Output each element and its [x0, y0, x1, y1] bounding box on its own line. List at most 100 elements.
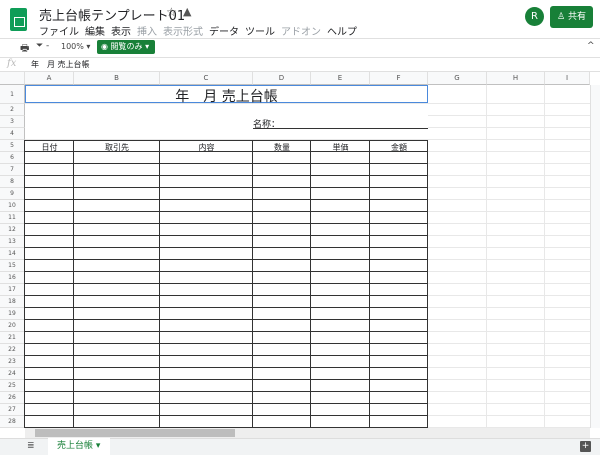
- column-header[interactable]: C: [160, 72, 253, 85]
- row-header[interactable]: 12: [0, 224, 25, 236]
- column-header[interactable]: E: [311, 72, 370, 85]
- row-header[interactable]: 19: [0, 308, 25, 320]
- row-header[interactable]: 2: [0, 104, 25, 116]
- menu-item[interactable]: データ: [209, 23, 239, 38]
- table-border: [25, 295, 428, 296]
- menu-item[interactable]: ツール: [245, 23, 275, 38]
- row-header[interactable]: 13: [0, 236, 25, 248]
- row-header[interactable]: 21: [0, 332, 25, 344]
- row-header[interactable]: 26: [0, 392, 25, 404]
- horizontal-scroll-thumb[interactable]: [35, 429, 235, 437]
- row-header[interactable]: 20: [0, 320, 25, 332]
- row-header[interactable]: 7: [0, 164, 25, 176]
- table-header: 内容: [198, 143, 215, 152]
- menu-item[interactable]: 表示: [111, 23, 131, 38]
- table-border: [252, 140, 253, 428]
- table-border: [25, 319, 428, 320]
- table-border: [25, 140, 428, 141]
- row-header[interactable]: 5: [0, 140, 25, 152]
- table-border: [25, 415, 428, 416]
- vertical-scrollbar[interactable]: [590, 85, 600, 428]
- column-header[interactable]: I: [545, 72, 590, 85]
- column-header[interactable]: D: [253, 72, 311, 85]
- column-header[interactable]: B: [74, 72, 160, 85]
- row-header[interactable]: 25: [0, 380, 25, 392]
- sheet-tab[interactable]: 売上台帳 ▾: [48, 438, 110, 455]
- formula-bar: [0, 57, 600, 72]
- menu-item[interactable]: ヘルプ: [327, 23, 357, 38]
- row-header[interactable]: 3: [0, 116, 25, 128]
- table-border: [310, 140, 311, 428]
- column-header[interactable]: F: [370, 72, 428, 85]
- column-header[interactable]: G: [428, 72, 487, 85]
- table-border: [25, 259, 428, 260]
- table-border: [24, 140, 25, 428]
- spreadsheet-grid[interactable]: A B C D E F G H I 1 2 3 4 5 6 7 8 9 10 11 12 13 14 15 16 17 18 19 20…: [0, 72, 590, 428]
- row-header[interactable]: 6: [0, 152, 25, 164]
- column-header[interactable]: A: [25, 72, 74, 85]
- row-header[interactable]: 11: [0, 212, 25, 224]
- eye-icon: ◉: [101, 42, 111, 51]
- row-header[interactable]: 23: [0, 356, 25, 368]
- table-border: [25, 343, 428, 344]
- row-header[interactable]: 15: [0, 260, 25, 272]
- table-border: [25, 199, 428, 200]
- row-header[interactable]: 8: [0, 176, 25, 188]
- row-header[interactable]: 14: [0, 248, 25, 260]
- lock-icon: ♙: [557, 12, 568, 22]
- table-header: 数量: [274, 143, 290, 152]
- table-border: [25, 403, 428, 404]
- table-border: [369, 140, 370, 428]
- table-header: 日付: [41, 143, 58, 152]
- row-header[interactable]: 28: [0, 416, 25, 428]
- zoom-select[interactable]: 100% ▾: [61, 42, 90, 51]
- name-underline: [253, 128, 428, 129]
- column-header[interactable]: H: [487, 72, 545, 85]
- menu-item[interactable]: 編集: [85, 23, 105, 38]
- collapse-chevron-icon[interactable]: ^: [587, 41, 595, 51]
- sheet-title: 年 月 売上台帳: [175, 89, 278, 105]
- row-header[interactable]: 27: [0, 404, 25, 416]
- table-border: [25, 223, 428, 224]
- row-header[interactable]: 4: [0, 128, 25, 140]
- table-border: [25, 379, 428, 380]
- view-only-button[interactable]: ◉ 閲覧のみ ▾: [97, 40, 155, 54]
- sheets-logo[interactable]: [10, 8, 27, 31]
- row-header[interactable]: 16: [0, 272, 25, 284]
- table-border: [25, 367, 428, 368]
- table-border: [25, 331, 428, 332]
- menu-item[interactable]: 挿入: [137, 23, 157, 38]
- star-icon[interactable]: ☆: [166, 5, 177, 19]
- filter-icon[interactable]: ⏷ -: [36, 41, 49, 51]
- fx-icon: fx: [7, 58, 17, 69]
- row-header[interactable]: 22: [0, 344, 25, 356]
- table-border: [25, 211, 428, 212]
- add-sheet-icon[interactable]: +: [580, 441, 591, 452]
- all-sheets-icon[interactable]: ≣: [27, 441, 35, 451]
- drive-icon[interactable]: ▲: [183, 5, 191, 18]
- table-border: [25, 247, 428, 248]
- print-icon[interactable]: 🖶: [20, 41, 29, 58]
- menu-item[interactable]: 表示形式: [163, 23, 203, 38]
- row-header[interactable]: 24: [0, 368, 25, 380]
- row-header[interactable]: 9: [0, 188, 25, 200]
- table-border: [159, 140, 160, 428]
- table-header: 取引先: [105, 143, 129, 152]
- menu-item[interactable]: ファイル: [39, 23, 79, 38]
- row-header[interactable]: 18: [0, 296, 25, 308]
- table-border: [25, 391, 428, 392]
- gridline: [486, 85, 487, 428]
- row-header[interactable]: 17: [0, 284, 25, 296]
- avatar[interactable]: R: [525, 7, 544, 26]
- share-button[interactable]: ♙ 共有: [550, 6, 593, 28]
- table-border: [73, 140, 74, 428]
- blank-area: [25, 104, 428, 139]
- row-header[interactable]: 10: [0, 200, 25, 212]
- menu-item[interactable]: アドオン: [281, 23, 321, 38]
- table-border: [25, 187, 428, 188]
- select-all-corner[interactable]: [0, 72, 25, 85]
- formula-input[interactable]: 年 月 売上台帳: [31, 59, 90, 70]
- document-title[interactable]: 売上台帳テンプレート01: [39, 5, 185, 24]
- row-header[interactable]: 1: [0, 85, 25, 104]
- table-border: [25, 307, 428, 308]
